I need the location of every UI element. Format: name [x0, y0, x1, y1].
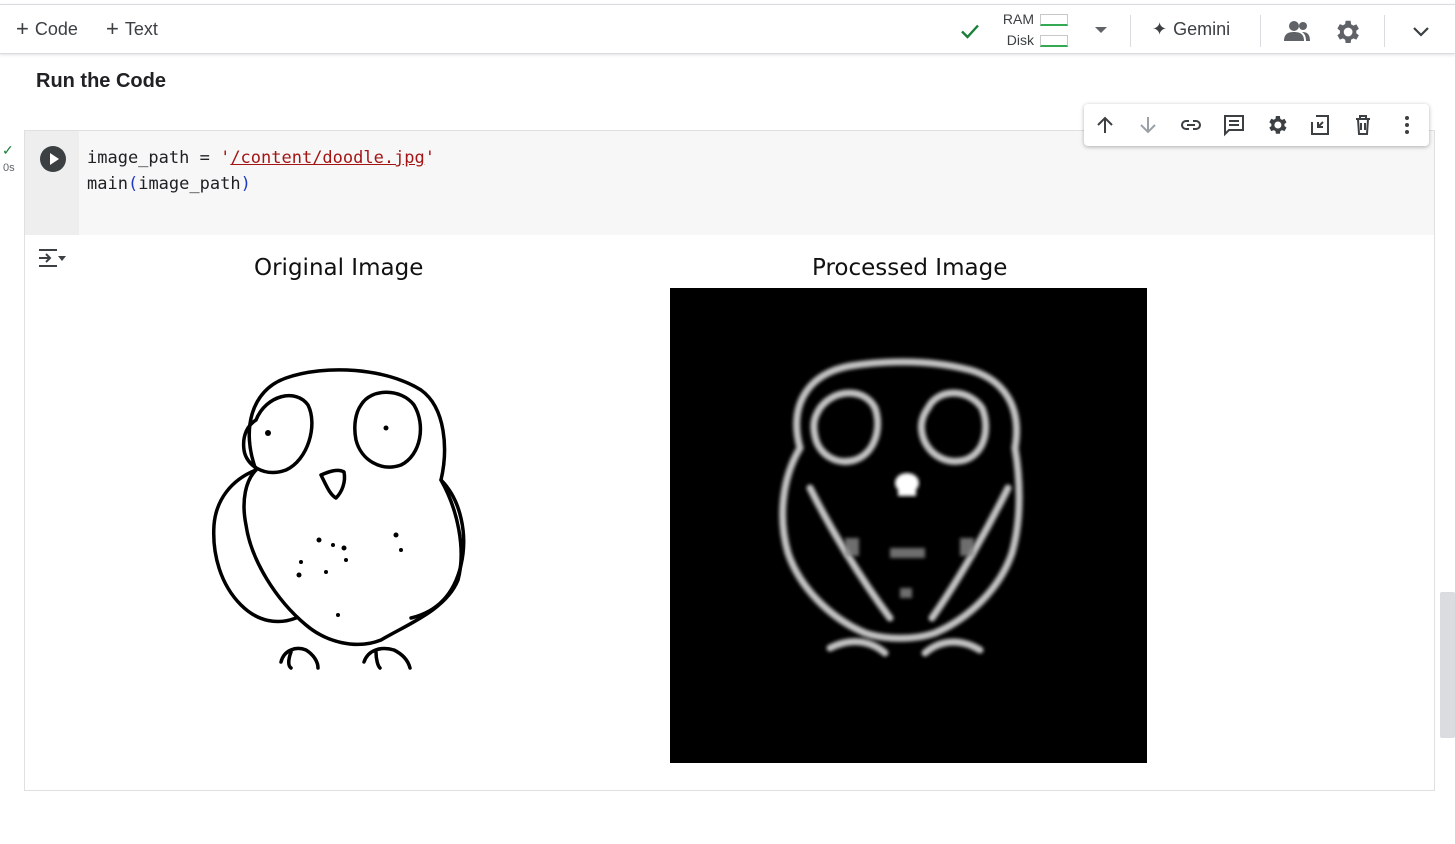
- divider: [1260, 15, 1261, 47]
- notebook-toolbar: + Code + Text RAM Disk ✦ Gemini: [0, 4, 1455, 54]
- ram-label: RAM: [1002, 11, 1034, 27]
- add-code-button[interactable]: + Code: [16, 17, 78, 41]
- caret-down-icon[interactable]: [1092, 21, 1110, 39]
- code-editor[interactable]: image_path = '/content/doodle.jpg' main(…: [25, 131, 1434, 235]
- disk-bar: [1040, 35, 1068, 47]
- add-text-label: Text: [124, 18, 158, 39]
- more-vert-icon[interactable]: [1395, 113, 1419, 137]
- code-var: image_path =: [87, 148, 221, 168]
- exec-status-check: ✓: [2, 142, 14, 158]
- gemini-spark-icon: ✦: [1152, 19, 1168, 39]
- processed-owl-image: [670, 288, 1147, 763]
- exec-time: 0s: [3, 162, 15, 174]
- link-icon[interactable]: [1179, 113, 1203, 137]
- plus-icon: +: [106, 16, 119, 41]
- divider: [1130, 15, 1131, 47]
- comment-icon[interactable]: [1222, 113, 1246, 137]
- arrow-down-icon[interactable]: [1136, 113, 1160, 137]
- gear-icon[interactable]: [1332, 17, 1362, 47]
- code-arg: image_path: [138, 174, 241, 194]
- gemini-button[interactable]: ✦ Gemini: [1152, 19, 1230, 40]
- gear-icon[interactable]: [1265, 113, 1289, 137]
- people-icon[interactable]: [1282, 17, 1312, 47]
- mirror-cell-icon[interactable]: [1308, 113, 1332, 137]
- output-toggle-icon[interactable]: [36, 244, 68, 272]
- processed-image-title: Processed Image: [812, 255, 1008, 281]
- run-cell-button[interactable]: [39, 145, 67, 173]
- original-owl-image: [211, 368, 466, 670]
- code-text[interactable]: image_path = '/content/doodle.jpg' main(…: [87, 145, 435, 197]
- code-func: main: [87, 174, 128, 194]
- gemini-label: Gemini: [1173, 19, 1231, 39]
- plus-icon: +: [16, 16, 29, 41]
- trash-icon[interactable]: [1351, 113, 1375, 137]
- ram-indicator[interactable]: RAM: [996, 11, 1076, 29]
- cell-toolbar: [1084, 104, 1429, 146]
- add-code-label: Code: [34, 18, 78, 39]
- code-paren: ): [240, 174, 251, 194]
- arrow-up-icon[interactable]: [1093, 113, 1117, 137]
- code-paren: (: [127, 174, 139, 194]
- connected-check-icon[interactable]: [958, 19, 982, 43]
- code-quote: ': [220, 148, 231, 168]
- section-heading: Run the Code: [36, 70, 166, 92]
- code-path-link[interactable]: /content/doodle.jpg: [230, 148, 424, 168]
- disk-indicator[interactable]: Disk: [996, 32, 1076, 50]
- disk-label: Disk: [1006, 32, 1034, 48]
- chevron-down-icon[interactable]: [1406, 17, 1436, 47]
- add-text-button[interactable]: + Text: [106, 17, 158, 41]
- code-quote: ': [424, 148, 436, 168]
- ram-bar: [1040, 14, 1068, 26]
- divider: [1384, 15, 1385, 47]
- scrollbar-thumb[interactable]: [1440, 592, 1455, 738]
- original-image-title: Original Image: [254, 255, 424, 281]
